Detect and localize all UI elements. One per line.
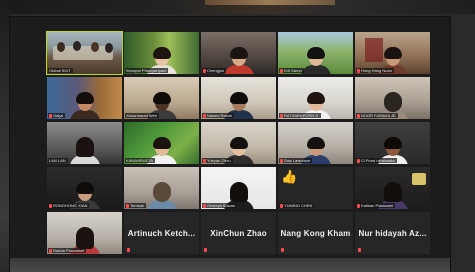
participant-name-label: Terdsak <box>125 203 147 208</box>
mic-muted-icon <box>126 203 129 208</box>
video-tile[interactable]: Cl Pond uthaiwatta <box>355 122 430 164</box>
participant-name-label: Saw Lawrence <box>279 158 313 163</box>
participant-display-name: Nur hidayah Az... <box>358 228 427 238</box>
background-photo-strip <box>0 0 475 14</box>
video-tile[interactable]: Saw Lawrence <box>278 122 353 164</box>
participant-name-label: Global SIUT <box>48 68 73 73</box>
participant-name-label: RONGHONG XIAN <box>48 203 90 208</box>
participant-name-label: Gaijai <box>48 113 66 118</box>
mic-muted-icon <box>49 248 52 253</box>
name-only-tile[interactable]: Artinuch Ketch... <box>124 212 199 254</box>
video-tile[interactable]: RATSARAPORN S. <box>278 77 353 119</box>
mic-muted-icon <box>203 203 206 208</box>
zoom-gallery-view: Global SIUT Worapol Phongsiripant Chengj… <box>10 17 450 272</box>
video-tile[interactable]: Nawed Rahim <box>201 77 276 119</box>
background-left-edge <box>0 0 10 272</box>
participant-name-label: Nadda Phoowiset <box>48 248 87 253</box>
mic-muted-icon <box>127 248 130 252</box>
participant-name-label: YUMING CHEN <box>279 203 315 208</box>
video-tile[interactable]: Gaijai <box>47 77 122 119</box>
thumbs-up-icon: 👍 <box>281 169 298 184</box>
video-tile[interactable]: Worapol Phongsiripant <box>124 32 199 74</box>
mic-muted-icon <box>357 158 360 163</box>
video-tile[interactable]: Xiaranharad Wee <box>124 77 199 119</box>
mic-muted-icon <box>357 203 360 208</box>
video-tile[interactable]: Yueyan Zhou <box>201 122 276 164</box>
participant-name-label: KANANRUETA <box>125 158 156 163</box>
mic-muted-icon <box>49 203 52 208</box>
video-tile[interactable]: Katikan Pokasami <box>355 167 430 209</box>
video-tile[interactable]: Hong Hang Nuon <box>355 32 430 74</box>
mic-muted-icon <box>357 68 360 73</box>
participant-display-name: Nang Kong Kham <box>280 228 351 238</box>
participant-name-label: Nawed Rahim <box>202 113 235 118</box>
mic-muted-icon <box>204 248 207 252</box>
bottom-toolbar <box>10 258 450 272</box>
video-tile[interactable]: LAN LAN <box>47 122 122 164</box>
name-only-tile[interactable]: XinChun Zhao <box>201 212 276 254</box>
participant-name-label: Giveeya Suwan <box>202 203 238 208</box>
participant-name-label: Krit Saron <box>279 68 304 73</box>
mic-muted-icon <box>203 158 206 163</box>
participant-name-label: NOOR FARAHA JE <box>356 113 398 118</box>
mic-muted-icon <box>357 113 360 118</box>
mic-muted-icon <box>281 248 284 252</box>
video-tile[interactable]: NOOR FARAHA JE <box>355 77 430 119</box>
mic-muted-icon <box>280 158 283 163</box>
video-tile[interactable]: Terdsak <box>124 167 199 209</box>
video-tile[interactable]: KANANRUETA <box>124 122 199 164</box>
participant-name-label: Chengjun <box>202 68 227 73</box>
video-tile[interactable]: Nadda Phoowiset <box>47 212 122 254</box>
participant-display-name: Artinuch Ketch... <box>127 228 196 238</box>
participant-name-label: Worapol Phongsiripant <box>125 68 169 73</box>
participant-display-name: XinChun Zhao <box>210 228 267 238</box>
participant-name-label: Xiaranharad Wee <box>125 113 160 118</box>
participant-name-label: Cl Pond uthaiwatta <box>356 158 397 163</box>
participant-name-label: LAN LAN <box>48 158 68 163</box>
participant-name-label: RATSARAPORN S. <box>279 113 322 118</box>
mic-muted-icon <box>358 248 361 252</box>
video-tile[interactable]: Krit Saron <box>278 32 353 74</box>
mic-muted-icon <box>280 68 283 73</box>
mic-muted-icon <box>280 203 283 208</box>
mic-muted-icon <box>280 113 283 118</box>
video-tile[interactable]: 👍 YUMING CHEN <box>278 167 353 209</box>
video-tile[interactable]: Global SIUT <box>46 31 123 75</box>
name-only-tile[interactable]: Nang Kong Kham <box>278 212 353 254</box>
video-tile[interactable]: Giveeya Suwan <box>201 167 276 209</box>
participant-name-label: Hong Hang Nuon <box>356 68 394 73</box>
mic-muted-icon <box>49 113 52 118</box>
background-photo-warm <box>205 0 335 5</box>
mic-muted-icon <box>203 68 206 73</box>
participant-name-label: Yueyan Zhou <box>202 158 233 163</box>
mic-muted-icon <box>203 113 206 118</box>
video-tile[interactable]: RONGHONG XIAN <box>47 167 122 209</box>
participant-name-label: Katikan Pokasami <box>356 203 396 208</box>
video-tile[interactable]: Chengjun <box>201 32 276 74</box>
name-only-tile[interactable]: Nur hidayah Az... <box>355 212 430 254</box>
